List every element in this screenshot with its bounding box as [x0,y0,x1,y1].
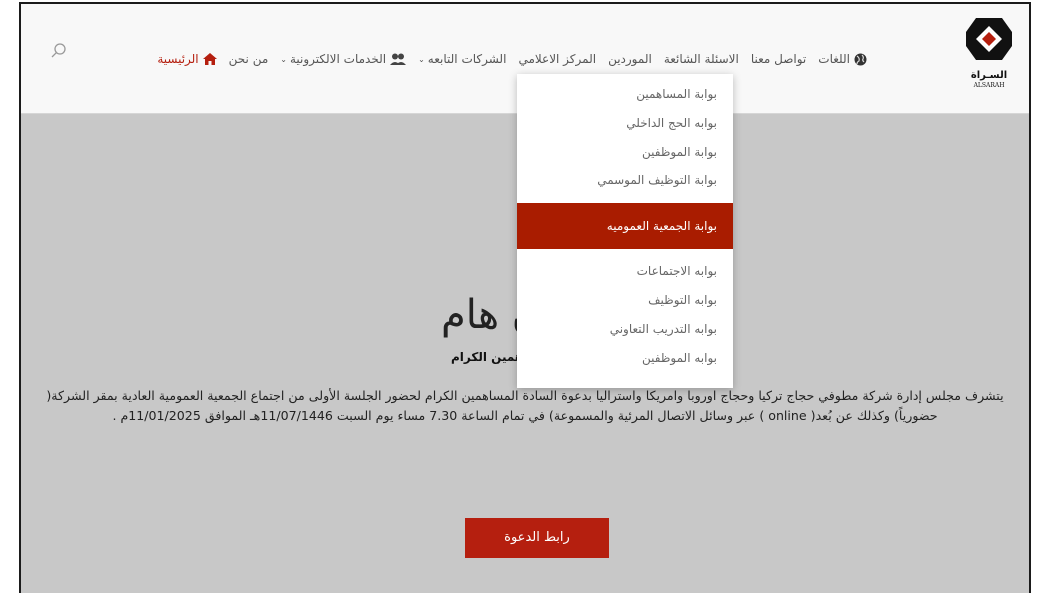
dropdown-item-domestic-hajj-portal[interactable]: بوابه الحج الداخلي [517,109,733,138]
logo-mark-icon [966,18,1012,60]
dropdown-item-coop-training-portal[interactable]: بوابه التدريب التعاوني [517,315,733,344]
dropdown-item-general-assembly-portal[interactable]: بوابة الجمعية العموميه [517,203,733,250]
logo-arabic-text: السـراة [970,70,1008,81]
eservices-dropdown-menu: بوابة المساهمين بوابه الحج الداخلي بوابة… [517,74,733,388]
dropdown-item-employees-portal[interactable]: بوابة الموظفين [517,138,733,167]
chevron-down-icon: ⌄ [418,54,425,64]
nav-item-eservices[interactable]: الخدمات الالكترونية ⌄ [274,52,412,66]
nav-item-media[interactable]: المركز الاعلامي [512,52,602,66]
dropdown-item-meetings-portal[interactable]: بوابه الاجتماعات [517,257,733,286]
home-icon [202,53,217,65]
nav-item-label: الشركات التابعه [427,52,507,66]
main-nav: الرئيسية من نحن الخدمات الالكترونية ⌄ ال… [151,44,873,74]
globe-icon [854,53,867,66]
nav-item-label: الموردين [608,52,652,66]
search-icon[interactable] [51,42,71,62]
announcement-body: يتشرف مجلس إدارة شركة مطوفي حجاج تركيا و… [46,388,1004,423]
nav-item-suppliers[interactable]: الموردين [602,52,658,66]
nav-item-label: تواصل معنا [750,52,807,66]
logo-english-text: ALSARAH [973,82,1005,89]
site-logo[interactable]: السـراة ALSARAH [959,14,1019,104]
nav-item-label: الاسئلة الشائعة [663,52,739,66]
nav-item-label: المركز الاعلامي [518,52,597,66]
announcement-subtitle: اهمين الكرام [451,350,528,364]
nav-item-about[interactable]: من نحن [223,52,275,66]
dropdown-item-recruitment-portal[interactable]: بوابه التوظيف [517,286,733,315]
dropdown-item-seasonal-hiring-portal[interactable]: بوابة التوظيف الموسمي [517,166,733,195]
nav-item-label: من نحن [228,52,269,66]
nav-item-home[interactable]: الرئيسية [151,52,222,66]
nav-item-label: الخدمات الالكترونية [289,52,387,66]
nav-item-label: اللغات [818,52,850,66]
dropdown-item-shareholders-portal[interactable]: بوابة المساهمين [517,80,733,109]
nav-item-label: الرئيسية [157,52,199,66]
dropdown-item-staff-portal[interactable]: بوابه الموظفين [517,344,733,373]
nav-item-subsidiaries[interactable]: الشركات التابعه ⌄ [412,52,512,66]
invitation-link-button[interactable]: رابط الدعوة [465,518,609,558]
nav-item-faq[interactable]: الاسئلة الشائعة [658,52,745,66]
nav-item-contact[interactable]: تواصل معنا [745,52,812,66]
nav-item-languages[interactable]: اللغات [812,52,873,66]
chevron-down-icon: ⌄ [280,54,287,64]
users-icon [390,53,407,65]
